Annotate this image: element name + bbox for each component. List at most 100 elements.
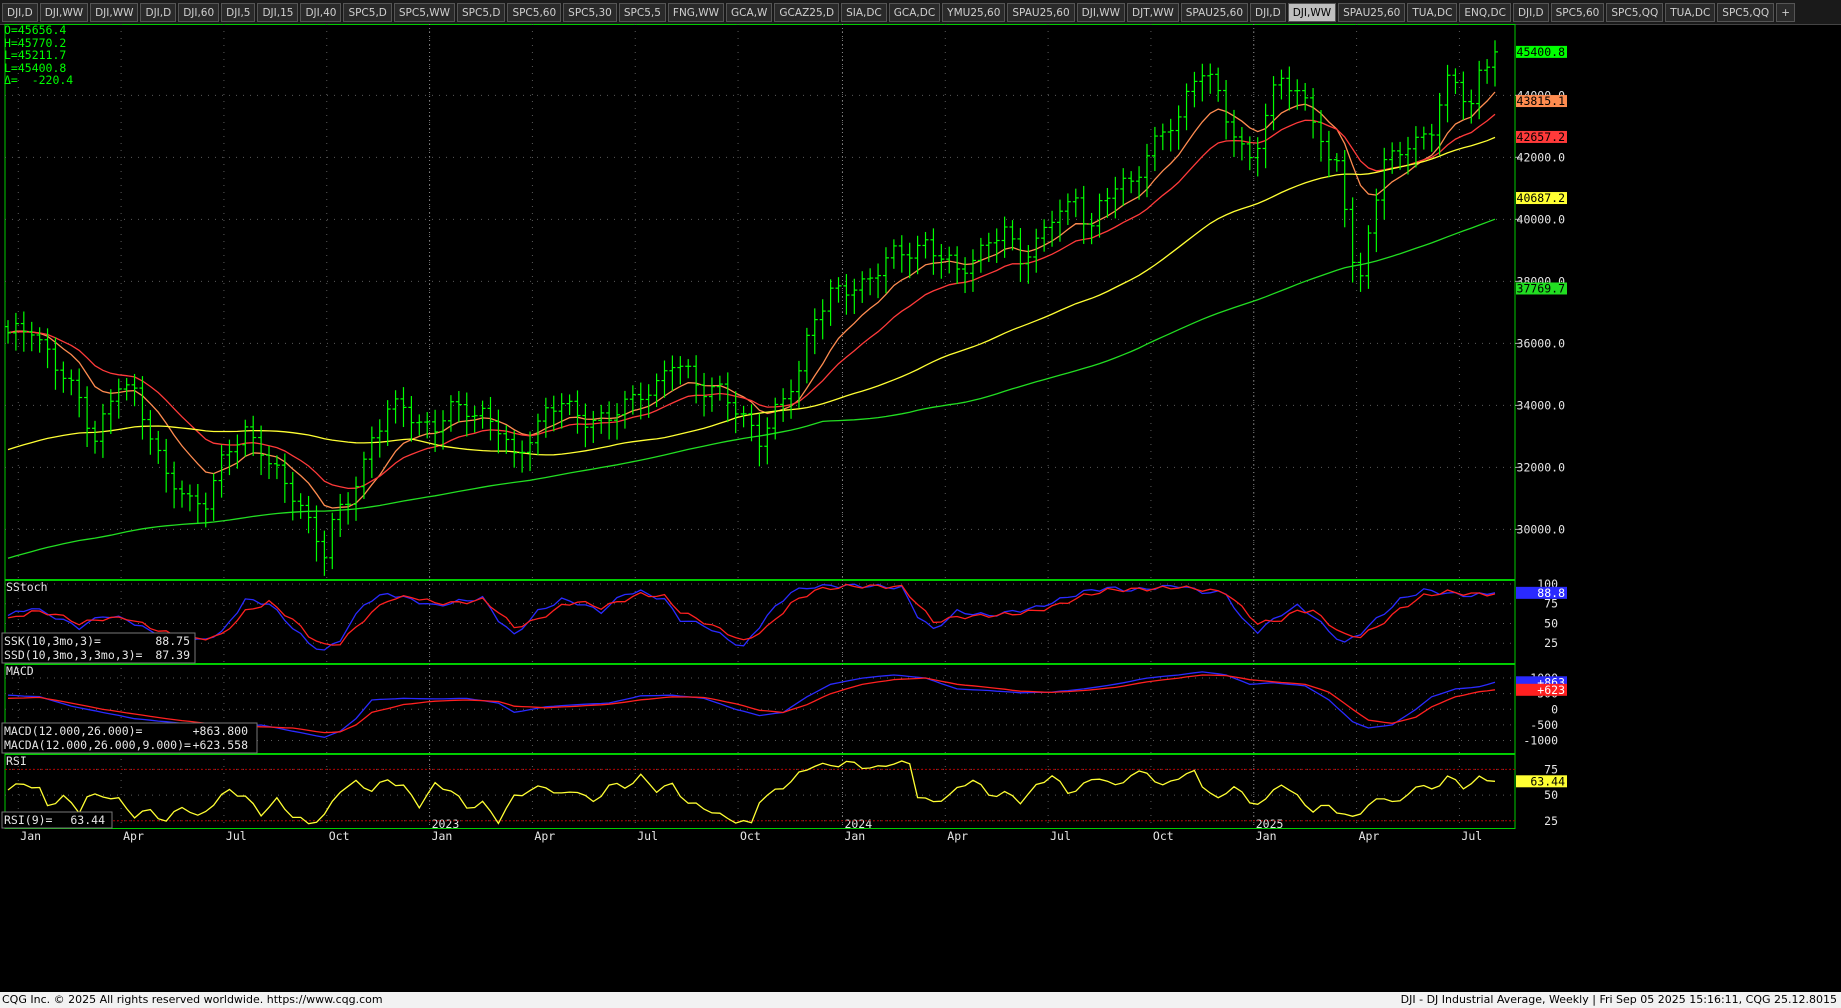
price-bar: [732, 391, 739, 434]
chart-tab[interactable]: GCA,DC: [888, 2, 941, 22]
price-bar: [321, 530, 328, 576]
chart-tab[interactable]: DJI,D: [140, 2, 177, 22]
chart-tab[interactable]: DJT,WW: [1127, 2, 1179, 22]
macd-title: MACD: [6, 664, 34, 678]
price-bar: [495, 409, 502, 454]
chart-tab[interactable]: SPC5,30: [563, 2, 617, 22]
price-bar: [297, 493, 304, 519]
price-bar: [384, 400, 391, 446]
price-bar: [305, 495, 312, 534]
price-bar: [392, 390, 399, 424]
price-bar: [1317, 110, 1324, 162]
price-bar: [669, 355, 676, 391]
price-bar: [266, 445, 273, 480]
chart-tab[interactable]: DJI,WW: [1287, 2, 1337, 22]
price-bar: [36, 327, 43, 353]
price-bar: [1444, 64, 1451, 123]
chart-tab[interactable]: DJI,D: [1250, 2, 1286, 22]
price-bar: [147, 410, 154, 455]
chart-tab[interactable]: DJI,WW: [39, 2, 89, 22]
chart-tab-bar: DJI,D DJI,WW DJI,WW DJI,D DJI,60 DJI,5 DJI,15 D…: [0, 0, 1841, 25]
chart-tab[interactable]: SPC5,QQ: [1717, 2, 1775, 22]
price-bar: [115, 378, 122, 419]
chart-tab[interactable]: DJI,D: [2, 2, 38, 22]
stoch-title: SStoch: [6, 580, 48, 594]
chart-tab[interactable]: DJI,WW: [90, 2, 139, 22]
price-bar: [1420, 126, 1427, 150]
price-bar: [1120, 168, 1127, 206]
chart-tab[interactable]: SPC5,D: [343, 2, 392, 22]
price-bar: [28, 321, 35, 352]
price-bar: [1072, 188, 1079, 218]
chart-tab[interactable]: SPC5,5: [618, 2, 666, 22]
price-bar: [716, 375, 723, 401]
price-bar: [1484, 59, 1491, 84]
chart-tab[interactable]: SPC5,D: [457, 2, 506, 22]
price-bar: [835, 277, 842, 303]
month-label: Oct: [740, 829, 761, 843]
chart-tab[interactable]: GCAZ25,D: [774, 2, 840, 22]
price-bar: [590, 410, 597, 443]
macd-value: +863.800: [193, 724, 248, 738]
price-bar: [1333, 153, 1340, 172]
stoch-panel-border: [4, 580, 1516, 664]
chart-tab[interactable]: SPC5,QQ: [1606, 2, 1664, 22]
price-bar: [123, 378, 130, 401]
chart-tab[interactable]: DJI,60: [178, 2, 220, 22]
price-bar: [993, 228, 1000, 263]
price-bar: [463, 392, 470, 437]
price-bar: [408, 396, 415, 442]
price-bar: [1033, 228, 1040, 273]
stoch-series-line: [7, 583, 1496, 651]
price-bar: [906, 242, 913, 279]
price-bar: [843, 274, 850, 315]
chart-tab[interactable]: YMU25,60: [942, 2, 1006, 22]
price-bar: [756, 413, 763, 467]
price-bar: [479, 400, 486, 429]
price-bar: [882, 247, 889, 294]
chart-tab[interactable]: DJI,WW: [1076, 2, 1126, 22]
chart-tab[interactable]: DJI,5: [221, 2, 256, 22]
chart-tab[interactable]: SPAU25,60: [1180, 2, 1249, 22]
delta-value: Δ= -220.4: [4, 73, 74, 87]
chart-tab[interactable]: ENQ,DC: [1459, 2, 1511, 22]
last-price-label: 40687.2: [1517, 191, 1565, 205]
rsi-value-label: RSI(9)=: [4, 813, 53, 827]
chart-tab[interactable]: SPC5,60: [507, 2, 562, 22]
main-panel-border: [4, 24, 1516, 580]
chart-tab[interactable]: DJI,D: [1512, 2, 1549, 22]
price-tick-label: 32000.0: [1517, 460, 1566, 474]
chart-tab[interactable]: SPC5,WW: [393, 2, 455, 22]
chart-tab[interactable]: FNG,WW: [667, 2, 725, 22]
chart-tab[interactable]: DJI,15: [257, 2, 299, 22]
price-tick-label: 34000.0: [1517, 398, 1566, 412]
chart-tab[interactable]: SPAU25,60: [1007, 2, 1075, 22]
chart-area[interactable]: Jan Apr Jul Oct Jan Apr Jul Oct Jan Apr Jul Oct Jan A…: [0, 24, 1841, 992]
chart-tab[interactable]: SPC5,60: [1550, 2, 1605, 22]
price-bar: [724, 372, 731, 423]
chart-tab[interactable]: TUA,DC: [1665, 2, 1716, 22]
chart-tab[interactable]: GCA,W: [726, 2, 773, 22]
chart-tab[interactable]: SPAU25,60: [1338, 2, 1406, 22]
price-bar: [1049, 210, 1056, 247]
rsi-title: RSI: [6, 754, 27, 768]
price-bar: [84, 386, 91, 448]
price-bar: [1357, 252, 1364, 292]
chart-tab[interactable]: SIA,DC: [841, 2, 887, 22]
ohlc-readout: O=45656.4 H=45770.2 L=45211.7 L=45400.8 Δ= -…: [4, 24, 73, 87]
price-bar: [1365, 225, 1372, 289]
macd-value-label: MACD(12.000,26.000)=: [4, 724, 143, 738]
price-bar: [1175, 105, 1182, 150]
price-bar: [1056, 199, 1063, 242]
chart-tab[interactable]: DJI,40: [300, 2, 342, 22]
stoch-tick-label: 50: [1544, 616, 1558, 630]
chart-tab[interactable]: TUA,DC: [1407, 2, 1458, 22]
price-bar: [52, 337, 59, 390]
price-bar: [242, 419, 249, 457]
price-bar: [582, 403, 589, 448]
add-tab-button[interactable]: +: [1776, 2, 1795, 22]
price-bar: [503, 425, 510, 454]
price-bar: [875, 263, 882, 299]
month-label: Oct: [329, 829, 350, 843]
month-label: Jul: [1461, 829, 1482, 843]
